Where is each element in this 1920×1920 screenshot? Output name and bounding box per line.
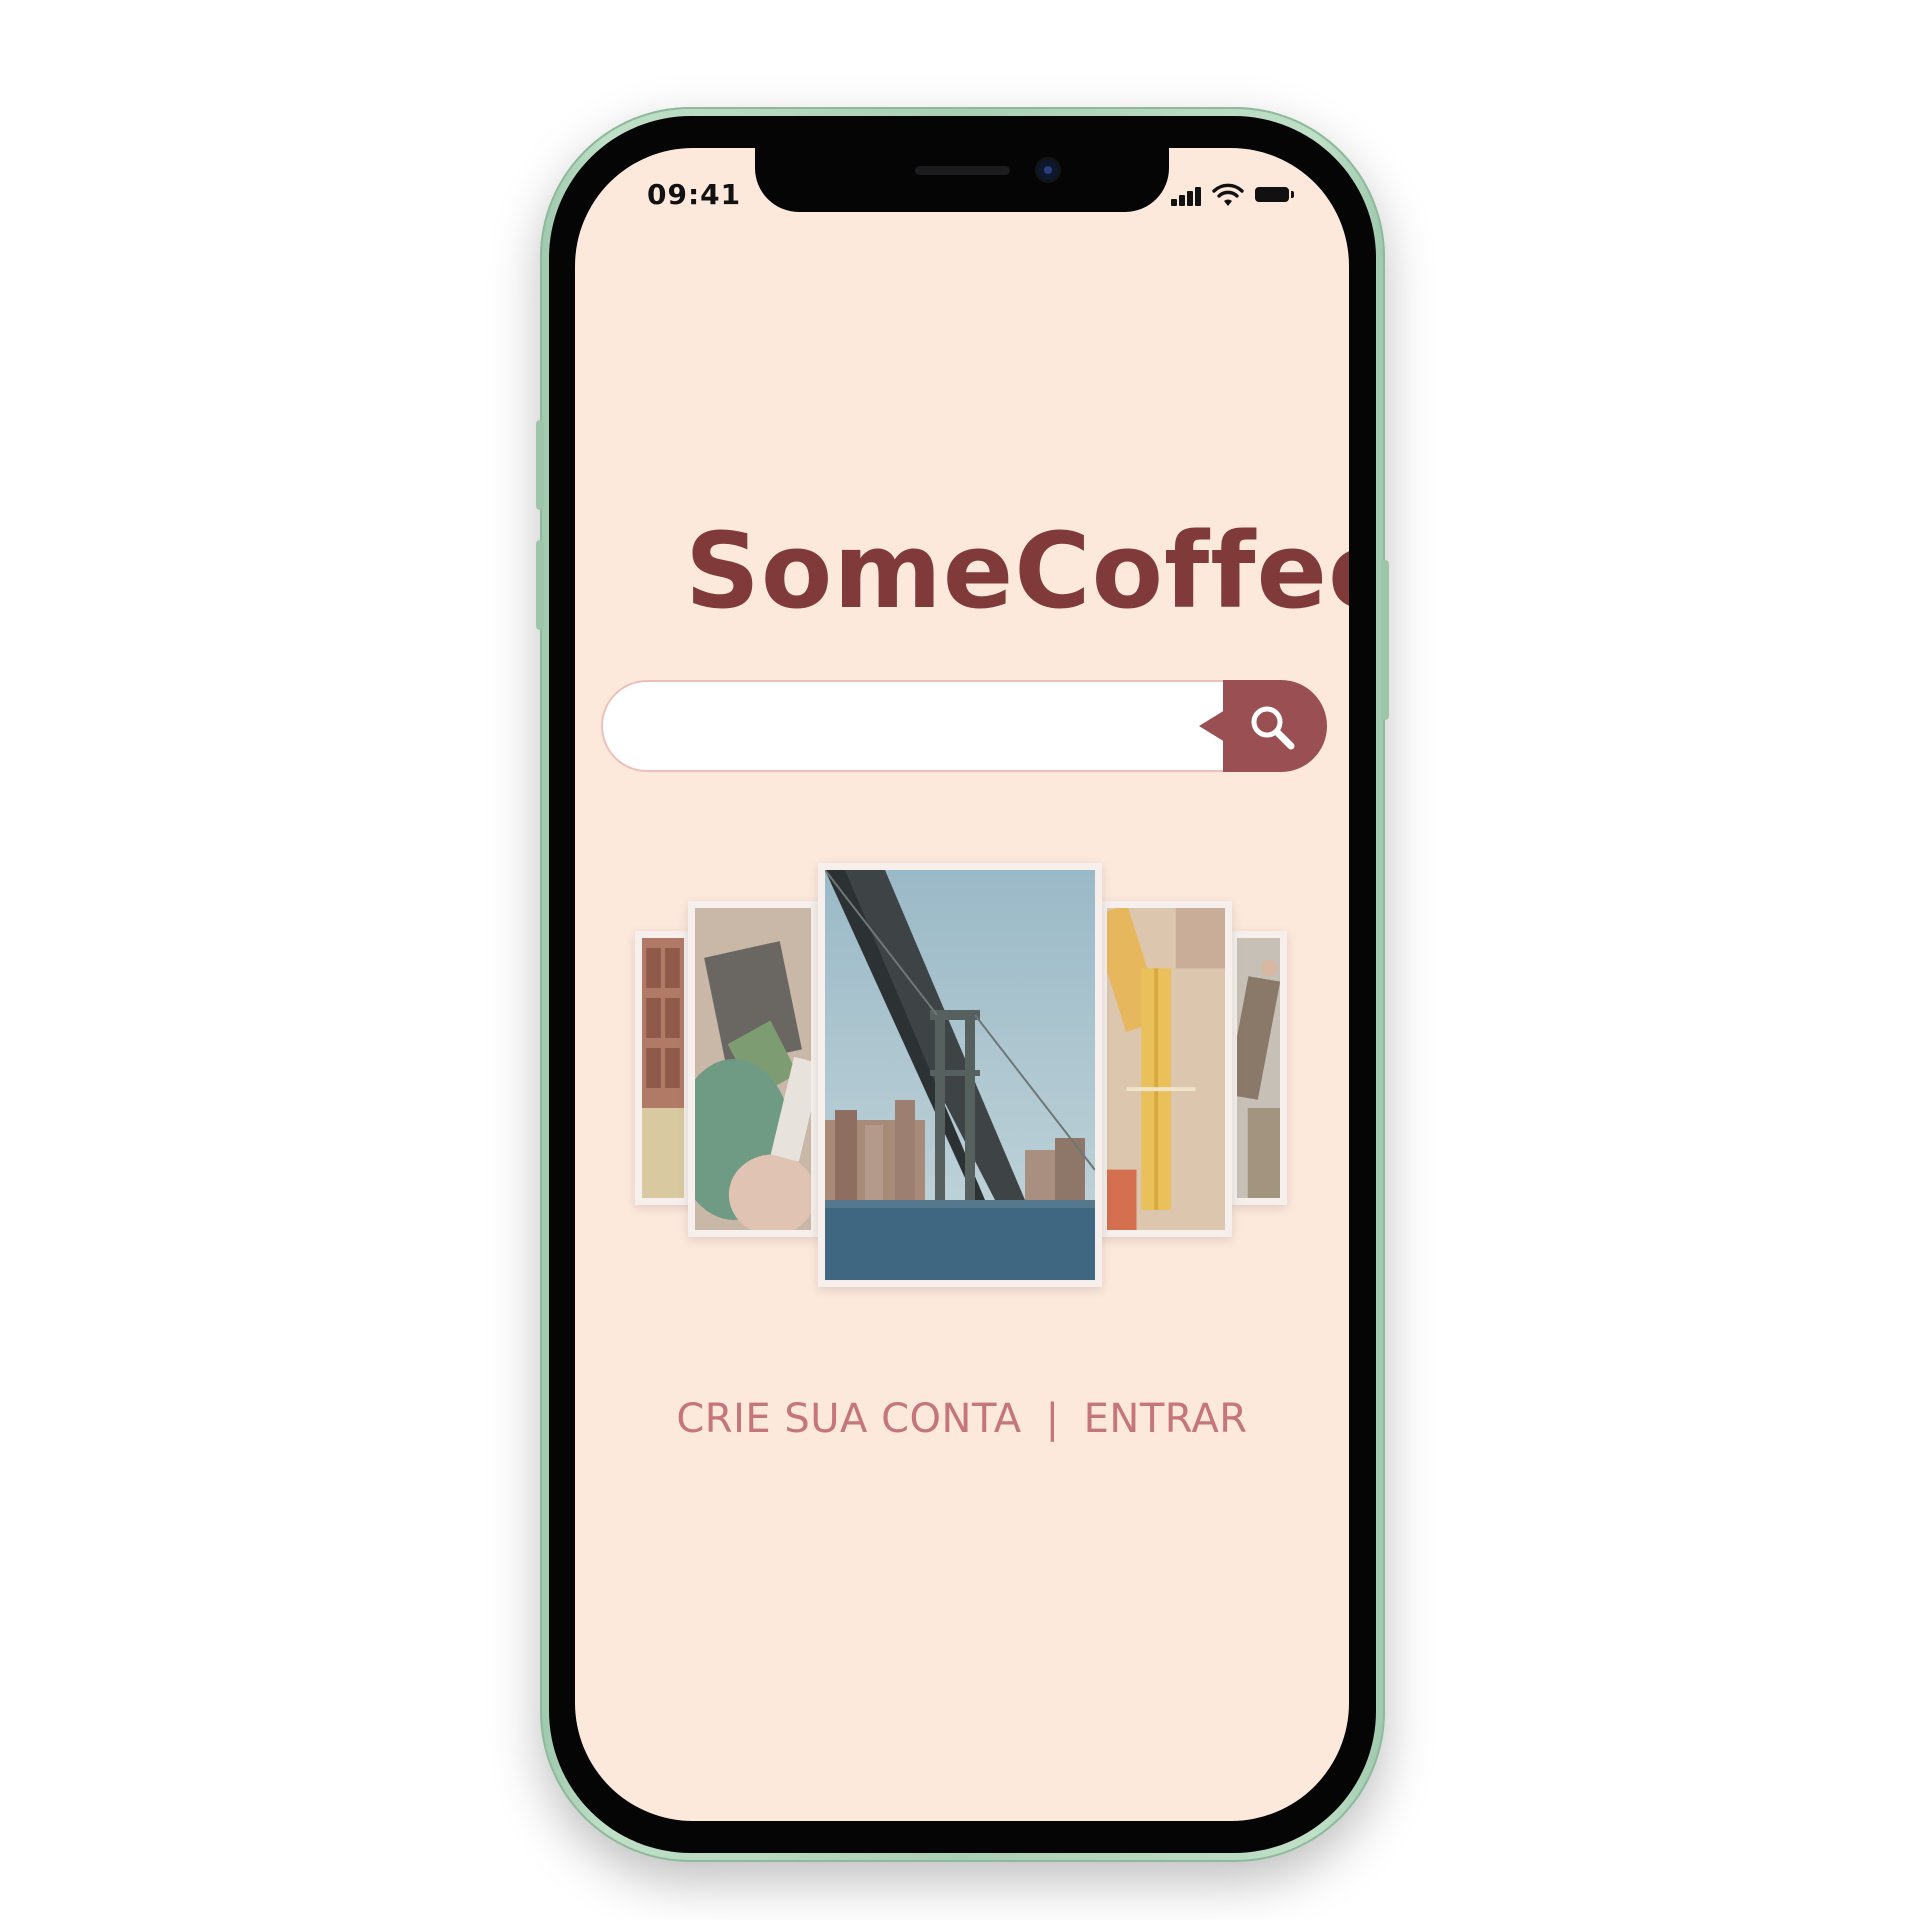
status-time: 09:41 <box>647 178 742 211</box>
app-logo: SomeCoffee <box>685 510 1349 632</box>
photo-card-left[interactable] <box>688 901 818 1237</box>
phone-volume-button <box>536 540 544 630</box>
auth-links: CRIE SUA CONTA | ENTRAR <box>575 1396 1349 1442</box>
search-bar <box>601 680 1327 772</box>
front-camera <box>1038 160 1058 180</box>
phone-volume-button <box>536 420 544 510</box>
battery-icon <box>1255 187 1294 202</box>
photo-carousel[interactable] <box>575 863 1349 1323</box>
window-facade-image <box>642 938 684 1198</box>
status-icons <box>1171 182 1311 208</box>
earpiece-speaker <box>915 166 1010 175</box>
search-button[interactable] <box>1199 680 1327 772</box>
photo-card-center[interactable] <box>818 863 1102 1287</box>
photo-card-far-left[interactable] <box>635 931 691 1205</box>
bridge-over-river-image <box>825 870 1095 1280</box>
workshop-image <box>1237 938 1280 1198</box>
photo-card-far-right[interactable] <box>1230 931 1287 1205</box>
wifi-icon <box>1211 182 1245 208</box>
auth-divider: | <box>1045 1396 1060 1442</box>
tied-spaghetti-image <box>1107 908 1225 1230</box>
search-icon <box>1251 706 1295 750</box>
search-input[interactable] <box>601 680 1241 772</box>
phone-side-button <box>1381 560 1389 720</box>
phone-notch <box>755 148 1169 212</box>
cellular-signal-icon <box>1171 182 1207 208</box>
photo-card-right[interactable] <box>1100 901 1232 1237</box>
create-account-link[interactable]: CRIE SUA CONTA <box>676 1396 1021 1442</box>
phone-screen: 09:41 SomeCoffee CRIE SUA CONTA | ENTRAR <box>575 148 1349 1821</box>
login-link[interactable]: ENTRAR <box>1084 1396 1248 1442</box>
hands-with-notes-image <box>695 908 811 1230</box>
